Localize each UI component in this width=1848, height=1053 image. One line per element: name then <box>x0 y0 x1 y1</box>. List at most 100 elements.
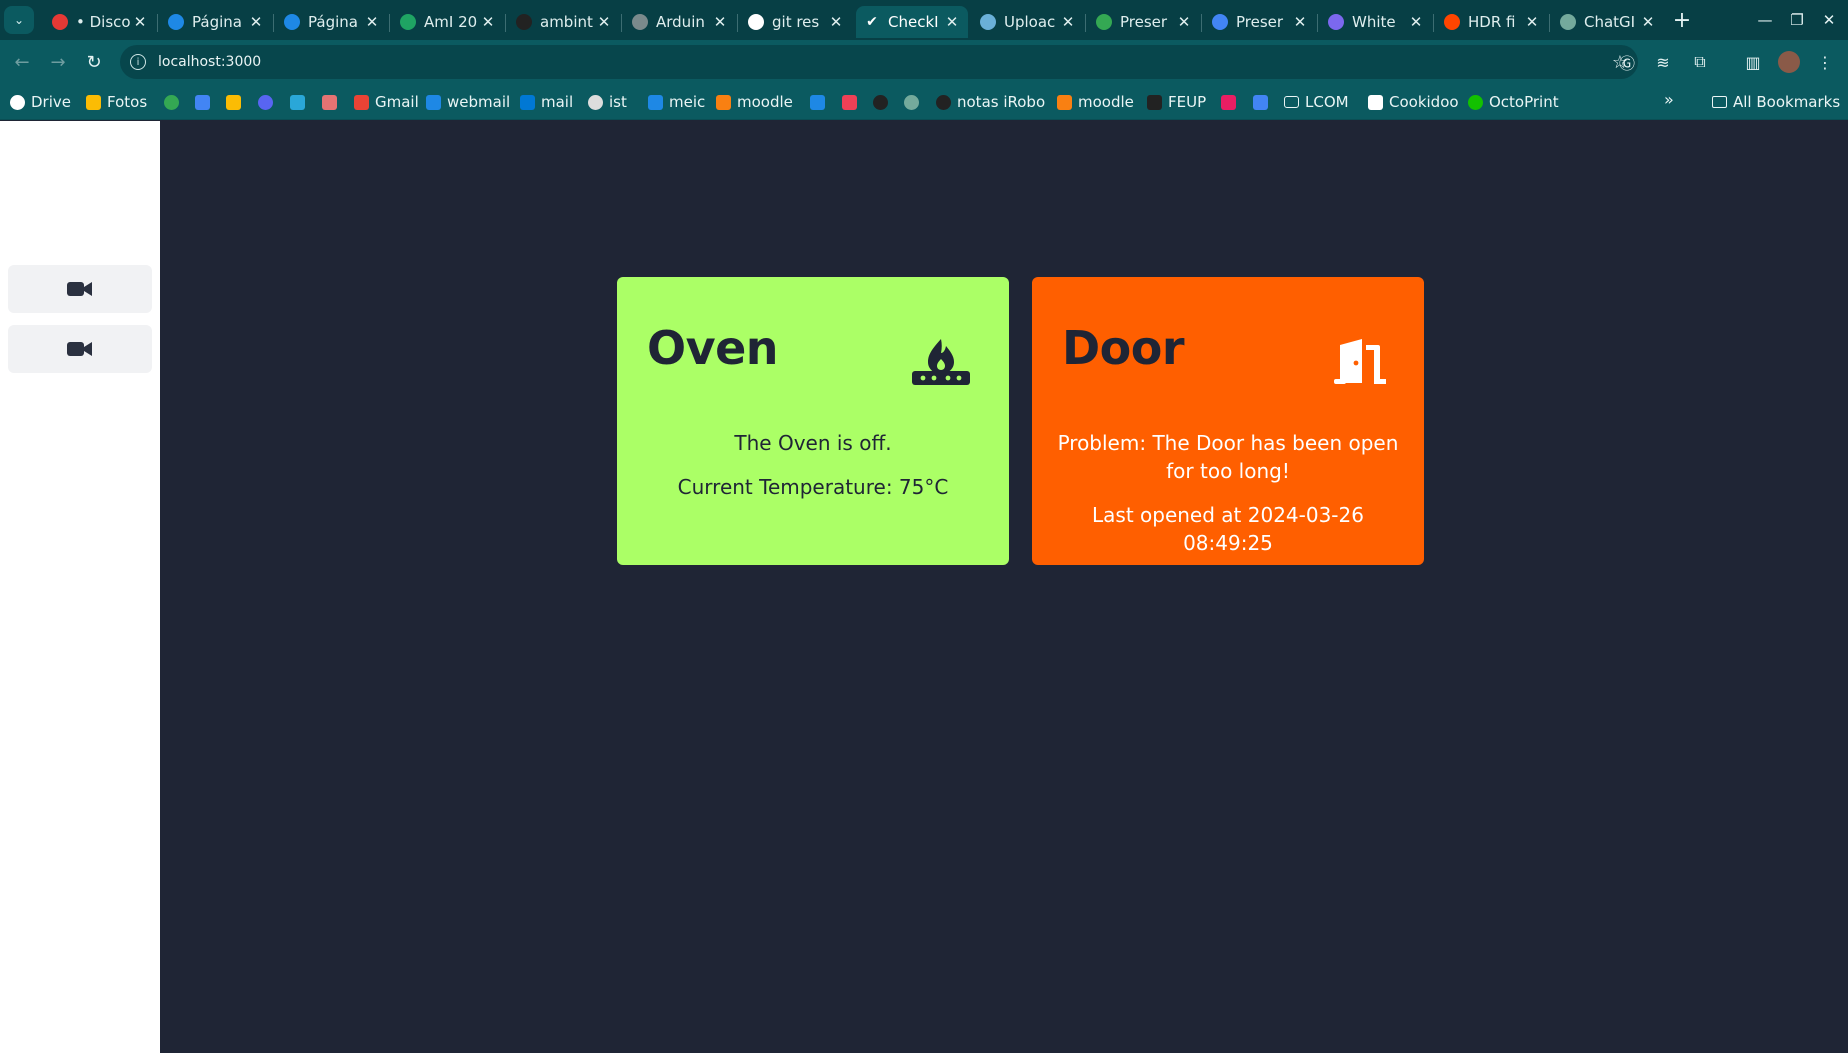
tab-separator <box>1549 14 1550 32</box>
close-tab-icon[interactable]: ✕ <box>1638 13 1658 31</box>
all-bookmarks-label: All Bookmarks <box>1733 93 1841 111</box>
tab-8[interactable]: Uploac ✕ <box>972 6 1084 38</box>
bookmark-moodle[interactable]: moodle <box>716 90 793 114</box>
sidebar-camera-button-1[interactable] <box>8 265 152 313</box>
bookmark-translate[interactable] <box>1253 90 1274 114</box>
moodle-icon <box>716 94 731 110</box>
close-tab-icon[interactable]: ✕ <box>942 13 962 31</box>
person-icon <box>322 94 337 110</box>
side-panel-icon[interactable]: ▥ <box>1741 50 1765 74</box>
close-tab-icon[interactable]: ✕ <box>1290 13 1310 31</box>
menu-kebab-icon[interactable]: ⋮ <box>1813 50 1837 74</box>
new-tab-button[interactable]: + <box>1668 6 1696 34</box>
url-text[interactable]: localhost:3000 <box>158 54 261 70</box>
restore-button[interactable]: ❐ <box>1780 6 1814 34</box>
site-info-icon[interactable]: i <box>130 54 146 70</box>
tab-2[interactable]: Página ✕ <box>276 6 388 38</box>
door-card[interactable]: Door Problem: The Door has been open for… <box>1032 277 1424 565</box>
bookmark-drive[interactable]: Drive <box>10 90 71 114</box>
tab-11[interactable]: White ✕ <box>1320 6 1432 38</box>
page-viewport: Oven The Oven is off. Current Temperatur… <box>0 121 1848 1053</box>
bookmark-mail[interactable]: mail <box>520 90 573 114</box>
bookmark-pocket[interactable] <box>842 90 863 114</box>
close-tab-icon[interactable]: ✕ <box>1522 13 1542 31</box>
tab-5[interactable]: Arduin ✕ <box>624 6 736 38</box>
globe-icon <box>632 14 648 30</box>
bookmark-ist[interactable]: ist <box>588 90 627 114</box>
bookmark-maps[interactable] <box>164 90 185 114</box>
tab-1[interactable]: Página ✕ <box>160 6 272 38</box>
github-icon <box>873 94 888 110</box>
bookmark-notas-irobo[interactable]: notas iRobo <box>936 90 1045 114</box>
bookmark-chatgpt[interactable] <box>904 90 925 114</box>
tab-title: White <box>1352 13 1396 31</box>
bookmark-shield[interactable] <box>810 90 831 114</box>
bookmark-app[interactable] <box>1221 90 1242 114</box>
outlook-icon <box>520 94 535 110</box>
bookmark-fotos[interactable]: Fotos <box>86 90 147 114</box>
bookmark-cookidoo[interactable]: Cookidoo <box>1368 90 1459 114</box>
github-icon <box>936 94 951 110</box>
close-window-button[interactable]: ✕ <box>1812 6 1846 34</box>
close-tab-icon[interactable]: ✕ <box>1174 13 1194 31</box>
close-tab-icon[interactable]: ✕ <box>594 13 614 31</box>
close-tab-icon[interactable]: ✕ <box>362 13 382 31</box>
tab-separator <box>505 14 506 32</box>
tab-4[interactable]: ambint ✕ <box>508 6 620 38</box>
bookmark-github[interactable] <box>873 90 894 114</box>
tab-10[interactable]: Preser ✕ <box>1204 6 1316 38</box>
tab-12[interactable]: HDR fi ✕ <box>1436 6 1548 38</box>
bookmark-octoprint[interactable]: OctoPrint <box>1468 90 1559 114</box>
extension-wave-icon[interactable]: ≋ <box>1651 50 1675 74</box>
sidebar-camera-button-2[interactable] <box>8 325 152 373</box>
back-button[interactable]: ← <box>8 48 36 76</box>
oven-card[interactable]: Oven The Oven is off. Current Temperatur… <box>617 277 1009 565</box>
tab-7[interactable]: ✔ CheckI ✕ <box>856 6 968 38</box>
close-tab-icon[interactable]: ✕ <box>246 13 266 31</box>
bookmark-lcom[interactable]: LCOM <box>1284 90 1349 114</box>
grammarly-icon[interactable]: Ⓖ <box>1615 50 1639 74</box>
bookmarks-bar: Drive Fotos Gmail webmail mail ist meic moodle n… <box>0 84 1848 120</box>
profile-avatar[interactable] <box>1777 50 1801 74</box>
bookmark-feup[interactable]: FEUP <box>1147 90 1206 114</box>
reload-button[interactable]: ↻ <box>80 48 108 76</box>
bookmark-wave[interactable] <box>290 90 311 114</box>
bookmark-person[interactable] <box>322 90 343 114</box>
close-tab-icon[interactable]: ✕ <box>478 13 498 31</box>
folder-icon <box>1284 96 1299 108</box>
stove-fire-icon <box>912 339 970 385</box>
bookmark-gmail[interactable]: Gmail <box>354 90 419 114</box>
tab-6[interactable]: git res ✕ <box>740 6 852 38</box>
close-tab-icon[interactable]: ✕ <box>1406 13 1426 31</box>
bookmark-calendar[interactable] <box>195 90 216 114</box>
bookmark-webmail[interactable]: webmail <box>426 90 510 114</box>
more-bookmarks-button[interactable]: » <box>1664 90 1674 109</box>
tab-9[interactable]: Preser ✕ <box>1088 6 1200 38</box>
tab-0[interactable]: • Disco ✕ <box>44 6 156 38</box>
all-bookmarks-button[interactable]: All Bookmarks <box>1712 90 1840 114</box>
close-tab-icon[interactable]: ✕ <box>826 13 846 31</box>
close-tab-icon[interactable]: ✕ <box>130 13 150 31</box>
forward-button[interactable]: → <box>44 48 72 76</box>
bookmark-discord[interactable] <box>258 90 279 114</box>
minimize-button[interactable]: — <box>1748 6 1782 34</box>
close-tab-icon[interactable]: ✕ <box>710 13 730 31</box>
gmail-icon <box>354 94 369 110</box>
address-bar[interactable]: i localhost:3000 ☆ <box>120 45 1638 79</box>
tab-3[interactable]: AmI 20 ✕ <box>392 6 504 38</box>
infinity-icon <box>980 14 996 30</box>
tab-search-button[interactable]: ⌄ <box>4 6 34 34</box>
tab-separator <box>389 14 390 32</box>
tab-title: CheckI <box>888 13 939 31</box>
tab-separator <box>1201 14 1202 32</box>
tab-title: AmI 20 <box>424 13 478 31</box>
extensions-puzzle-icon[interactable]: ⧉ <box>1688 50 1712 74</box>
tab-title: HDR fi <box>1468 13 1516 31</box>
avatar <box>1778 51 1800 73</box>
close-tab-icon[interactable]: ✕ <box>1058 13 1078 31</box>
feup-icon <box>1147 94 1162 110</box>
bookmark-moodle[interactable]: moodle <box>1057 90 1134 114</box>
tab-13[interactable]: ChatGI ✕ <box>1552 6 1664 38</box>
bookmark-meic[interactable]: meic <box>648 90 705 114</box>
bookmark-keep[interactable] <box>226 90 247 114</box>
